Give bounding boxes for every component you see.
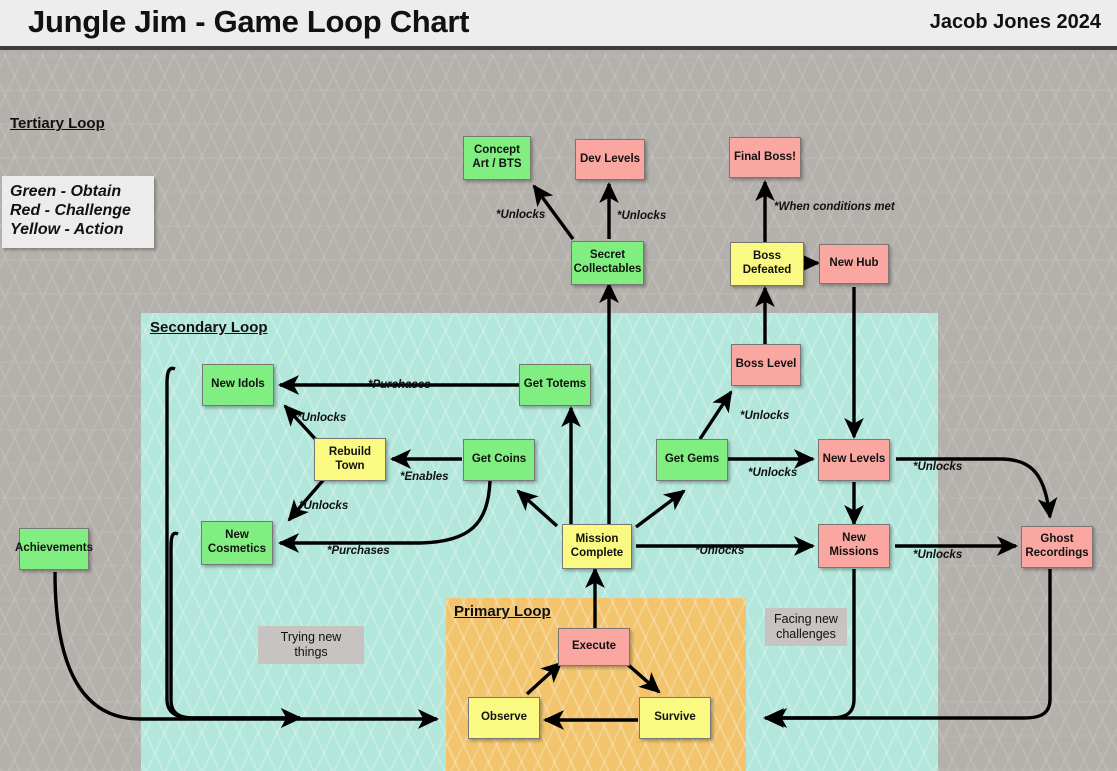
node-get-gems[interactable]: Get Gems <box>656 439 728 481</box>
node-secret-collectables[interactable]: Secret Collectables <box>571 241 644 285</box>
header-bar: Jungle Jim - Game Loop Chart Jacob Jones… <box>0 0 1117 50</box>
chip-trying-new-things: Trying new things <box>258 626 364 664</box>
node-new-missions[interactable]: New Missions <box>818 524 890 568</box>
node-boss-level[interactable]: Boss Level <box>731 344 801 386</box>
legend-item-yellow: Yellow - Action <box>10 221 124 239</box>
node-final-boss[interactable]: Final Boss! <box>729 137 801 178</box>
edge-label-unlocks-new-missions: *Unlocks <box>695 545 745 557</box>
secondary-loop-label: Secondary Loop <box>150 319 268 336</box>
legend-item-green: Green - Obtain <box>10 183 122 200</box>
node-observe[interactable]: Observe <box>468 697 540 739</box>
page-title: Jungle Jim - Game Loop Chart <box>28 4 470 39</box>
tertiary-loop-label: Tertiary Loop <box>10 115 105 132</box>
edge-label-unlocks-cosmetics: *Unlocks <box>299 500 349 512</box>
primary-loop-region <box>446 598 746 771</box>
edge-label-unlocks-concept: *Unlocks <box>496 209 546 221</box>
edge-label-unlocks-dev: *Unlocks <box>617 210 667 222</box>
primary-loop-label: Primary Loop <box>454 603 551 620</box>
node-new-cosmetics[interactable]: New Cosmetics <box>201 521 273 565</box>
legend-item-red: Red - Challenge <box>10 202 131 220</box>
edge-label-when-conditions-met: *When conditions met <box>774 201 895 213</box>
node-mission-complete[interactable]: Mission Complete <box>562 524 632 569</box>
node-new-levels[interactable]: New Levels <box>818 439 890 481</box>
edge-label-unlocks-new-levels: *Unlocks <box>748 467 798 479</box>
node-new-idols[interactable]: New Idols <box>202 364 274 406</box>
diagram-canvas: Tertiary Loop Secondary Loop Primary Loo… <box>0 54 1117 771</box>
node-new-hub[interactable]: New Hub <box>819 244 889 284</box>
edge-label-purchases-idols: *Purchases <box>368 379 431 391</box>
edge-label-unlocks-idols: *Unlocks <box>297 412 347 424</box>
node-boss-defeated[interactable]: Boss Defeated <box>730 242 804 286</box>
edge-label-purchases-cosmetics: *Purchases <box>327 545 390 557</box>
node-concept-art[interactable]: Concept Art / BTS <box>463 136 531 180</box>
node-execute[interactable]: Execute <box>558 628 630 666</box>
node-achievements[interactable]: Achievements <box>15 528 93 570</box>
node-get-totems[interactable]: Get Totems <box>519 364 591 406</box>
node-dev-levels[interactable]: Dev Levels <box>575 139 645 180</box>
edge-label-enables-rebuild: *Enables <box>400 471 449 483</box>
game-loop-chart: Jungle Jim - Game Loop Chart Jacob Jones… <box>0 0 1117 771</box>
node-ghost-recordings[interactable]: Ghost Recordings <box>1021 526 1093 568</box>
author-credit: Jacob Jones 2024 <box>929 11 1101 33</box>
node-survive[interactable]: Survive <box>639 697 711 739</box>
node-get-coins[interactable]: Get Coins <box>463 439 535 481</box>
edge-label-unlocks-ghost-from-levels: *Unlocks <box>913 461 963 473</box>
chip-facing-new-challenges: Facing new challenges <box>765 608 847 646</box>
edge-label-unlocks-boss-level: *Unlocks <box>740 410 790 422</box>
color-legend: Green - Obtain Red - Challenge Yellow - … <box>2 176 154 248</box>
edge-label-unlocks-ghost-from-missions: *Unlocks <box>913 549 963 561</box>
node-rebuild-town[interactable]: Rebuild Town <box>314 438 386 481</box>
